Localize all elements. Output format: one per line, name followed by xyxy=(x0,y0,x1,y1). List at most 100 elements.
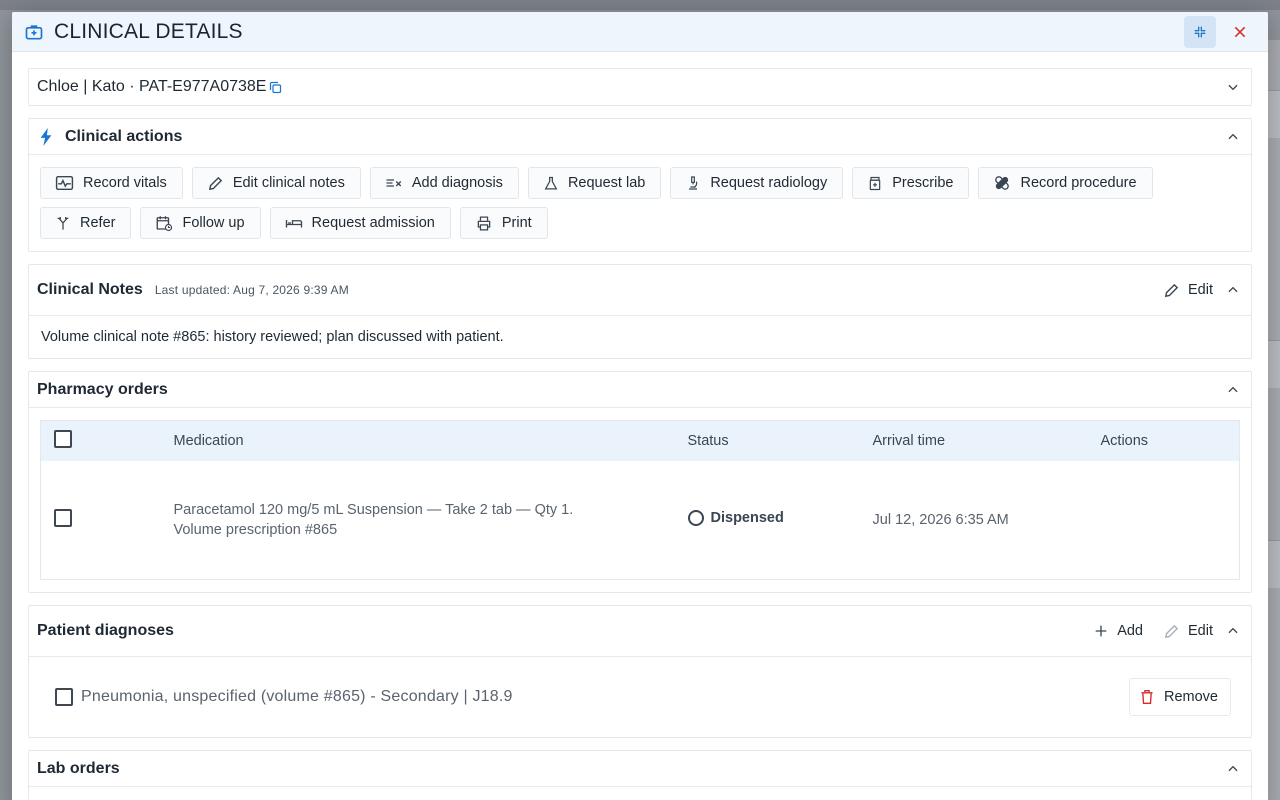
clinical-notes-title: Clinical Notes xyxy=(37,281,143,298)
backdrop-top-bar xyxy=(0,0,1280,10)
lab-orders-card: Lab orders xyxy=(28,750,1252,800)
edit-clinical-notes-button[interactable]: Edit clinical notes xyxy=(191,167,361,199)
patient-summary: Chloe | Kato · PAT-E977A0738E xyxy=(37,78,283,96)
print-button[interactable]: Print xyxy=(459,207,548,239)
diagnosis-text: Pneumonia, unspecified (volume #865) - S… xyxy=(81,688,513,705)
backdrop-block xyxy=(1268,540,1280,588)
button-label: Request lab xyxy=(567,175,646,191)
last-updated-text: Last updated: Aug 7, 2026 9:39 AM xyxy=(154,283,349,297)
button-label: Record vitals xyxy=(83,175,167,191)
close-button[interactable] xyxy=(1224,16,1256,48)
prescribe-button[interactable]: Prescribe xyxy=(852,167,970,199)
button-label: Follow up xyxy=(182,215,245,231)
pencil-icon xyxy=(1164,283,1179,297)
button-label: Add diagnosis xyxy=(411,175,503,191)
diagnosis-list-icon xyxy=(386,179,402,187)
patient-card-header[interactable]: Chloe | Kato · PAT-E977A0738E xyxy=(29,69,1251,105)
pill-bottle-icon xyxy=(869,176,881,190)
microscope-icon xyxy=(689,176,698,190)
clinical-actions-buttons: Record vitals Edit clinical notes Add di… xyxy=(29,155,1251,251)
pharmacy-orders-card: Pharmacy orders Medication Status Arriva… xyxy=(28,371,1252,593)
lab-orders-title: Lab orders xyxy=(37,759,120,777)
request-lab-button[interactable]: Request lab xyxy=(527,167,662,199)
copy-icon[interactable] xyxy=(268,80,283,95)
patient-diagnoses-card: Patient diagnoses Add Edit Pneumonia, un… xyxy=(28,605,1252,738)
col-actions: Actions xyxy=(1100,432,1149,449)
medication-line: Paracetamol 120 mg/5 mL Suspension — Tak… xyxy=(173,501,574,518)
actions-cell xyxy=(1101,461,1240,580)
follow-up-button[interactable]: Follow up xyxy=(140,207,261,239)
remove-label: Remove xyxy=(1164,689,1218,705)
col-arrival-time: Arrival time xyxy=(872,432,946,449)
pencil-icon xyxy=(208,176,222,190)
button-label: Refer xyxy=(80,215,116,231)
status-text: Dispensed xyxy=(710,509,784,526)
modal-body: Chloe | Kato · PAT-E977A0738E Clinical a… xyxy=(12,52,1268,800)
vitals-monitor-icon xyxy=(55,175,74,191)
add-diagnosis-button[interactable]: Add diagnosis xyxy=(369,167,519,199)
modal-header: CLINICAL DETAILS xyxy=(12,12,1268,52)
clinical-actions-header[interactable]: Clinical actions xyxy=(29,119,1251,155)
record-procedure-button[interactable]: Record procedure xyxy=(978,167,1153,199)
chevron-down-icon[interactable] xyxy=(1223,77,1243,97)
medication-note: Volume prescription #865 xyxy=(173,521,338,538)
backdrop-right-edge xyxy=(1268,40,1280,800)
backdrop-block xyxy=(1268,340,1280,388)
close-icon xyxy=(1234,26,1246,37)
row-select-cell xyxy=(41,461,174,580)
chevron-up-icon[interactable] xyxy=(1223,127,1243,147)
button-label: Record procedure xyxy=(1020,175,1137,191)
button-label: Edit clinical notes xyxy=(232,175,345,191)
lab-orders-header[interactable]: Lab orders xyxy=(29,751,1251,787)
clinical-actions-card: Clinical actions Record vitals Edit clin… xyxy=(28,118,1252,252)
arrival-time-cell: Jul 12, 2026 6:35 AM xyxy=(872,511,1009,528)
button-label: Request radiology xyxy=(710,175,828,191)
status-badge: Dispensed xyxy=(687,509,784,526)
bandage-icon xyxy=(995,176,1010,190)
edit-diagnoses-button[interactable]: Edit xyxy=(1163,623,1213,640)
collapse-button[interactable] xyxy=(1184,15,1216,48)
select-all-cell xyxy=(41,421,174,461)
table-row: Paracetamol 120 mg/5 mL Suspension — Tak… xyxy=(41,461,1240,580)
edit-label: Edit xyxy=(1188,282,1213,298)
collapse-arrows-icon xyxy=(1194,26,1206,37)
modal-title: CLINICAL DETAILS xyxy=(54,19,243,43)
medical-case-icon xyxy=(24,22,44,42)
select-all-checkbox[interactable] xyxy=(54,429,72,448)
medication-cell: Paracetamol 120 mg/5 mL Suspension — Tak… xyxy=(174,461,688,580)
record-vitals-button[interactable]: Record vitals xyxy=(40,167,183,199)
add-label: Add xyxy=(1117,623,1143,639)
col-medication: Medication xyxy=(173,432,244,449)
edit-notes-button[interactable]: Edit xyxy=(1163,282,1213,299)
chevron-up-icon[interactable] xyxy=(1223,621,1243,641)
remove-diagnosis-button[interactable]: Remove xyxy=(1129,678,1231,716)
clinical-notes-card: Clinical Notes Last updated: Aug 7, 2026… xyxy=(28,264,1252,359)
lightning-icon xyxy=(39,127,53,146)
table-header-row: Medication Status Arrival time Actions xyxy=(40,420,1240,461)
request-admission-button[interactable]: Request admission xyxy=(269,207,451,239)
clinical-actions-title: Clinical actions xyxy=(65,127,183,145)
button-label: Print xyxy=(501,215,532,231)
list-item: Pneumonia, unspecified (volume #865) - S… xyxy=(29,657,1251,737)
col-status: Status xyxy=(687,432,729,449)
add-diagnosis-link[interactable]: Add xyxy=(1093,623,1143,639)
lab-orders-body xyxy=(29,787,1251,800)
chevron-up-icon[interactable] xyxy=(1223,759,1243,779)
diagnosis-checkbox[interactable] xyxy=(55,688,73,706)
button-label: Prescribe xyxy=(892,175,954,191)
patient-card: Chloe | Kato · PAT-E977A0738E xyxy=(28,68,1252,106)
pharmacy-orders-header[interactable]: Pharmacy orders xyxy=(29,372,1251,408)
patient-diagnoses-header: Patient diagnoses Add Edit xyxy=(29,606,1251,657)
pencil-icon xyxy=(1164,624,1179,638)
clinical-notes-body: Volume clinical note #865: history revie… xyxy=(41,329,504,345)
patient-diagnoses-title: Patient diagnoses xyxy=(37,622,174,639)
pharmacy-orders-title: Pharmacy orders xyxy=(37,380,168,398)
row-checkbox[interactable] xyxy=(54,508,72,527)
chevron-up-icon[interactable] xyxy=(1223,280,1243,300)
pharmacy-orders-table: Medication Status Arrival time Actions P… xyxy=(40,420,1240,580)
chevron-up-icon[interactable] xyxy=(1223,380,1243,400)
request-radiology-button[interactable]: Request radiology xyxy=(670,167,844,199)
printer-icon xyxy=(477,215,491,231)
edit-label: Edit xyxy=(1188,623,1213,639)
refer-button[interactable]: Refer xyxy=(40,207,132,239)
